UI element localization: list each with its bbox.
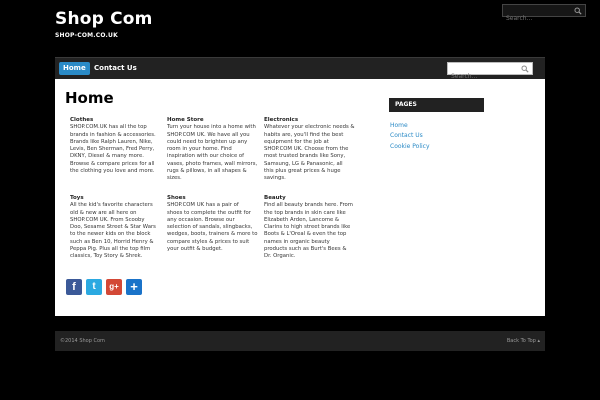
- category-title: Electronics: [264, 117, 299, 123]
- category-text-line: inspiration with our choice of: [167, 153, 244, 160]
- back-to-top-link[interactable]: Back To Top ▴: [507, 338, 540, 344]
- category-home-store: Home Store Turn your house into a home w…: [167, 117, 259, 183]
- category-text-line: shoes to complete the outfit for: [167, 209, 251, 216]
- facebook-icon[interactable]: f: [66, 279, 82, 295]
- category-text-line: habits are, you'll find the best: [264, 131, 344, 138]
- category-title: Home Store: [167, 117, 204, 123]
- category-text-line: Boots & L'Oreal & even the top: [264, 231, 347, 238]
- category-text-line: Clarins to high street brands like: [264, 224, 351, 231]
- category-text-line: rugs & pillows, in all shapes &: [167, 168, 247, 175]
- category-text-line: Turn your house into a home with: [167, 124, 256, 131]
- category-text-line: DKNY, Diesel & many more.: [70, 153, 144, 160]
- category-electronics: Electronics Whatever your electronic nee…: [264, 117, 356, 183]
- category-text-line: SHOP.COM UK. We have all you: [167, 131, 250, 138]
- category-text-line: SHOP.COM UK. From Scooby: [70, 216, 145, 223]
- category-title: Beauty: [264, 195, 286, 201]
- site-description: SHOP-COM.CO.UK: [55, 32, 118, 39]
- page-title: Home: [65, 89, 114, 107]
- nav-item-contact-us[interactable]: Contact Us: [90, 62, 141, 75]
- category-text-line: Levis, Ben Sherman, Fred Perry,: [70, 146, 155, 153]
- category-text-line: SHOP.COM UK. Choose from the: [264, 146, 349, 153]
- category-text-line: Browse & compare prices for all: [70, 160, 155, 167]
- header-search-input[interactable]: [503, 13, 573, 24]
- category-text-line: to the newer kids on the block: [70, 231, 151, 238]
- category-title: Toys: [70, 195, 84, 201]
- category-text-line: your outfit & budget.: [167, 246, 223, 253]
- category-text-line: SHOP.COM UK has a pair of: [167, 202, 239, 209]
- category-text-line: this plus great prices & huge: [264, 168, 341, 175]
- main-content: Home Clothes SHOP.COM.UK has all the top…: [55, 79, 545, 316]
- category-text-line: SHOP.COM.UK has all the top: [70, 124, 147, 131]
- category-text-line: savings.: [264, 175, 286, 182]
- category-shoes: Shoes SHOP.COM UK has a pair of shoes to…: [167, 195, 259, 253]
- google-plus-icon[interactable]: g+: [106, 279, 122, 295]
- category-text-line: vases, photo frames, wall mirrors,: [167, 160, 258, 167]
- share-icon[interactable]: +: [126, 279, 142, 295]
- footer-copyright: ©2014 Shop Com: [60, 338, 105, 344]
- header-search: [502, 4, 586, 24]
- nav-search: [447, 62, 533, 82]
- category-toys: Toys All the kid's favorite characters o…: [70, 195, 162, 261]
- category-text-line: Elizabeth Arden, Lancome &: [264, 216, 340, 223]
- category-text-line: Whatever your electronic needs &: [264, 124, 355, 131]
- nav-item-home[interactable]: Home: [59, 62, 90, 75]
- sidebar-heading: PAGES: [389, 98, 484, 112]
- category-text-line: Brands like Ralph Lauren, Nike,: [70, 138, 153, 145]
- search-icon[interactable]: [574, 7, 582, 15]
- search-icon[interactable]: [521, 65, 529, 73]
- category-text-line: selection of sandals, slingbacks,: [167, 224, 253, 231]
- category-text-line: Doo, Sesame Street & Star Wars: [70, 224, 156, 231]
- category-text-line: wedges, boots, trainers & more to: [167, 231, 258, 238]
- sidebar-link-contact-us[interactable]: Contact Us: [390, 132, 423, 139]
- category-text-line: products such as Burt's Bees &: [264, 246, 347, 253]
- category-text-line: sizes.: [167, 175, 182, 182]
- category-title: Shoes: [167, 195, 186, 201]
- category-text-line: compare styles & prices to suit: [167, 238, 250, 245]
- category-clothes: Clothes SHOP.COM.UK has all the top bran…: [70, 117, 162, 175]
- category-text-line: most trusted brands like Sony,: [264, 153, 346, 160]
- category-text-line: could need to brighten up any: [167, 138, 248, 145]
- site-title[interactable]: Shop Com: [55, 9, 153, 29]
- category-text-line: names in organic beauty: [264, 238, 330, 245]
- category-text-line: All the kid's favorite characters: [70, 202, 153, 209]
- footer: ©2014 Shop Com Back To Top ▴: [55, 331, 545, 351]
- sidebar-link-cookie-policy[interactable]: Cookie Policy: [390, 143, 430, 150]
- sidebar-link-home[interactable]: Home: [390, 122, 408, 129]
- category-text-line: old & new are all here on: [70, 209, 137, 216]
- category-text-line: equipment for the job at: [264, 138, 329, 145]
- category-beauty: Beauty Find all beauty brands here. From…: [264, 195, 356, 261]
- category-text-line: the top brands in skin care like: [264, 209, 346, 216]
- category-text-line: the clothing you love and more.: [70, 168, 155, 175]
- main-nav: Home Contact Us: [55, 57, 545, 82]
- category-text-line: such as Ben 10, Horrid Henry &: [70, 238, 154, 245]
- category-text-line: brands in fashion & accessories.: [70, 131, 156, 138]
- twitter-icon[interactable]: t: [86, 279, 102, 295]
- category-title: Clothes: [70, 117, 94, 123]
- category-text-line: Samsung, LG & Panasonic, all: [264, 160, 343, 167]
- category-text-line: room in your home. Find: [167, 146, 232, 153]
- category-text-line: Find all beauty brands here. From: [264, 202, 353, 209]
- category-text-line: Peppa Pig. Plus all the top film: [70, 246, 151, 253]
- category-text-line: classics, Toy Story & Shrek.: [70, 253, 143, 260]
- category-text-line: Dr. Organic.: [264, 253, 296, 260]
- category-text-line: any occasion. Browse our: [167, 216, 235, 223]
